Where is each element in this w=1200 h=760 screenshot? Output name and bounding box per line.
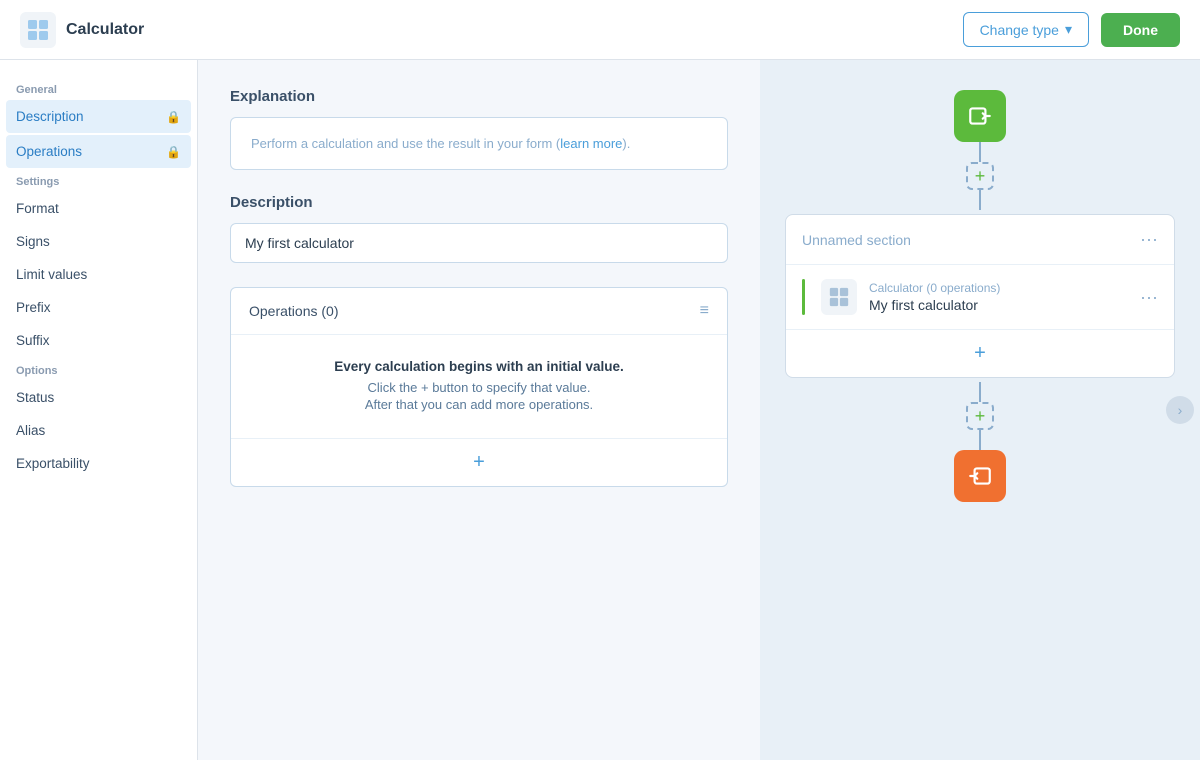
operations-empty-line1: Every calculation begins with an initial… [249,359,709,374]
sidebar-format-label: Format [16,201,59,216]
sidebar-signs-label: Signs [16,234,50,249]
section-card-menu-icon[interactable]: ··· [1140,229,1158,250]
sidebar-operations-label: Operations [16,144,82,159]
sidebar-alias-label: Alias [16,423,45,438]
sidebar-suffix-label: Suffix [16,333,50,348]
calc-info-name: Calculator (0 operations) [869,281,1128,295]
operations-empty-line2: Click the + button to specify that value… [249,380,709,395]
sidebar-item-suffix[interactable]: Suffix [0,324,197,357]
sidebar-item-alias[interactable]: Alias [0,414,197,447]
done-button[interactable]: Done [1101,13,1180,47]
sidebar-item-signs[interactable]: Signs [0,225,197,258]
sidebar-limit-values-label: Limit values [16,267,87,282]
chevron-down-icon: ▾ [1065,21,1072,38]
sidebar-general-section: General [0,76,197,100]
section-card-title: Unnamed section [802,232,911,248]
flow-connector-3 [979,382,981,402]
flow-connector-4 [979,430,981,450]
operations-box: Operations (0) ≡ Every calculation begin… [230,287,728,487]
description-title: Description [230,194,728,211]
sidebar-item-operations[interactable]: Operations 🔒 [6,135,191,168]
operations-header-title: Operations (0) [249,303,338,319]
sidebar-item-exportability[interactable]: Exportability [0,447,197,480]
description-input[interactable] [230,223,728,263]
calc-icon [821,279,857,315]
operations-empty-line3: After that you can add more operations. [249,397,709,412]
sidebar-options-section: Options [0,357,197,381]
header: Calculator Change type ▾ Done [0,0,1200,60]
app-title: Calculator [66,21,144,39]
calc-left-border [802,279,805,315]
explanation-text: Perform a calculation and use the result… [251,136,560,151]
calc-info-value: My first calculator [869,297,1128,313]
operations-menu-icon[interactable]: ≡ [700,302,709,320]
sidebar-item-status[interactable]: Status [0,381,197,414]
sidebar-description-label: Description [16,109,84,124]
sidebar-exportability-label: Exportability [16,456,90,471]
lock-icon: 🔒 [166,110,181,124]
sidebar-item-prefix[interactable]: Prefix [0,291,197,324]
sidebar-item-limit-values[interactable]: Limit values [0,258,197,291]
flow-container: + Unnamed section ··· [760,60,1200,502]
sidebar-prefix-label: Prefix [16,300,51,315]
right-expand-hint[interactable]: › [1166,396,1194,424]
sidebar-settings-section: Settings [0,168,197,192]
flow-connector-1 [979,142,981,162]
explanation-box: Perform a calculation and use the result… [230,117,728,170]
flow-exit-node [954,450,1006,502]
operations-add-button[interactable]: + [231,438,727,486]
section-add-row[interactable]: + [786,329,1174,377]
lock-icon-2: 🔒 [166,145,181,159]
flow-entry-node [954,90,1006,142]
explanation-title: Explanation [230,88,728,105]
header-actions: Change type ▾ Done [963,12,1180,47]
sidebar-item-format[interactable]: Format [0,192,197,225]
sidebar-item-description[interactable]: Description 🔒 [6,100,191,133]
section-card-item: Calculator (0 operations) My first calcu… [786,265,1174,329]
change-type-button[interactable]: Change type ▾ [963,12,1089,47]
calc-info: Calculator (0 operations) My first calcu… [869,281,1128,313]
sidebar: General Description 🔒 Operations 🔒 Setti… [0,60,198,760]
operations-empty: Every calculation begins with an initial… [231,335,727,438]
flow-add-btn-2[interactable]: + [966,402,994,430]
change-type-label: Change type [980,22,1059,38]
section-card-header: Unnamed section ··· [786,215,1174,265]
section-card: Unnamed section ··· Calculator [785,214,1175,378]
operations-header: Operations (0) ≡ [231,288,727,335]
flow-add-btn-1[interactable]: + [966,162,994,190]
content-area: Explanation Perform a calculation and us… [198,60,760,760]
calculator-logo-icon [20,12,56,48]
explanation-suffix: ). [622,136,630,151]
flow-connector-2 [979,190,981,210]
header-logo: Calculator [20,12,144,48]
main-layout: General Description 🔒 Operations 🔒 Setti… [0,60,1200,760]
sidebar-status-label: Status [16,390,54,405]
right-panel: + Unnamed section ··· [760,60,1200,760]
calc-item-menu-icon[interactable]: ··· [1140,287,1158,308]
learn-more-link[interactable]: learn more [560,136,622,151]
